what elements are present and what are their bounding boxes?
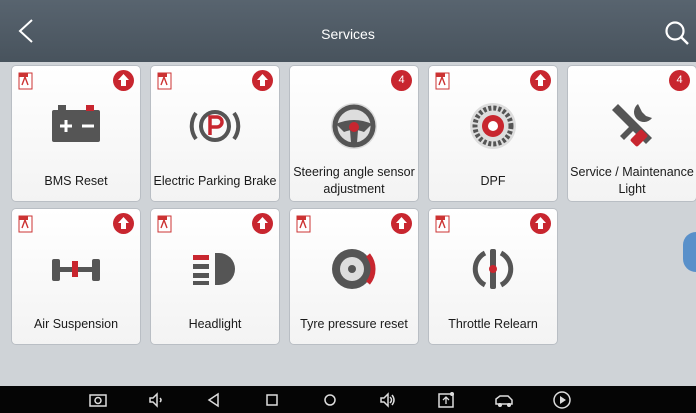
upload-badge-icon[interactable]	[252, 213, 273, 234]
upload-badge-icon[interactable]	[113, 213, 134, 234]
headlight-icon	[193, 253, 235, 285]
upload-badge-icon[interactable]	[530, 213, 551, 234]
pdf-icon	[296, 215, 311, 233]
service-tile-throttle-relearn[interactable]: Throttle Relearn	[429, 209, 557, 344]
upload-badge-icon[interactable]	[252, 70, 273, 91]
floating-edge-tab[interactable]	[683, 232, 696, 272]
home-icon[interactable]	[262, 390, 282, 410]
tile-label: Air Suspension	[33, 316, 119, 331]
upload-badge-icon[interactable]	[113, 70, 134, 91]
service-tile-electric-parking-brake[interactable]: Electric Parking Brake	[151, 66, 279, 201]
screenshot-icon[interactable]	[88, 390, 108, 410]
service-tile-tyre-pressure[interactable]: Tyre pressure reset	[290, 209, 418, 344]
tile-label: Tyre pressure reset	[300, 316, 408, 331]
page-title: Services	[321, 26, 375, 42]
pdf-icon	[435, 215, 450, 233]
throttle-icon	[472, 249, 514, 289]
service-tile-dpf[interactable]: DPF	[429, 66, 557, 201]
battery-icon	[52, 105, 100, 142]
app-header: Services	[0, 0, 696, 62]
upload-badge-icon[interactable]	[530, 70, 551, 91]
steering-wheel-icon	[331, 103, 377, 149]
services-grid: BMS Reset Electric Parking Brake 4 Steer…	[0, 62, 696, 386]
vci-icon[interactable]	[436, 390, 456, 410]
play-icon[interactable]	[552, 390, 572, 410]
tile-label: Electric Parking Brake	[153, 173, 277, 188]
car-icon[interactable]	[494, 390, 514, 410]
suspension-icon	[52, 259, 100, 281]
parking-brake-icon	[189, 110, 241, 142]
volume-up-icon[interactable]	[378, 390, 398, 410]
pdf-icon	[157, 215, 172, 233]
pdf-icon	[435, 72, 450, 90]
count-badge: 4	[669, 70, 690, 91]
tile-label: Steering angle sensor adjustment	[293, 165, 415, 196]
tile-label: DPF	[480, 173, 506, 188]
pdf-icon	[157, 72, 172, 90]
volume-down-icon[interactable]	[146, 390, 166, 410]
tile-label: Throttle Relearn	[448, 316, 538, 331]
search-icon[interactable]	[664, 20, 690, 46]
tile-label: BMS Reset	[44, 173, 108, 188]
pdf-icon	[18, 215, 33, 233]
dpf-icon	[470, 103, 516, 149]
tyre-icon	[332, 249, 376, 289]
back-icon[interactable]	[204, 390, 224, 410]
service-tile-headlight[interactable]: Headlight	[151, 209, 279, 344]
tile-label: Service / Maintenance Light	[570, 165, 694, 196]
pdf-icon	[18, 72, 33, 90]
service-tile-steering-angle[interactable]: 4 Steering angle sensor adjustment	[290, 66, 418, 201]
system-nav-bar	[0, 386, 696, 413]
wrench-screwdriver-icon	[612, 104, 652, 147]
upload-badge-icon[interactable]	[391, 213, 412, 234]
service-tile-air-suspension[interactable]: Air Suspension	[12, 209, 140, 344]
circle-icon[interactable]	[320, 390, 340, 410]
service-tile-maintenance-light[interactable]: 4 Service / Maintenance Light	[568, 66, 696, 201]
count-badge: 4	[391, 70, 412, 91]
tile-label: Headlight	[188, 316, 242, 331]
service-tile-bms-reset[interactable]: BMS Reset	[12, 66, 140, 201]
